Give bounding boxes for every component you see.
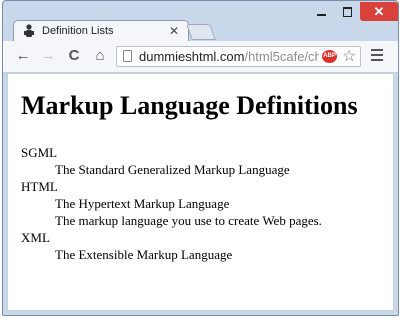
- back-icon[interactable]: ←: [14, 47, 32, 65]
- tab-title: Definition Lists: [42, 25, 114, 37]
- reload-icon[interactable]: C: [65, 47, 83, 65]
- forward-icon[interactable]: →: [39, 47, 57, 65]
- dummies-favicon-icon: [24, 24, 34, 37]
- maximize-button[interactable]: [334, 2, 360, 22]
- definition-description: The markup language you use to create We…: [55, 213, 322, 228]
- bookmark-star-icon[interactable]: ☆: [342, 47, 356, 66]
- definition-description: The Standard Generalized Markup Language: [55, 162, 290, 177]
- browser-toolbar: ← → C ⌂ dummieshtml.com/html5cafe/ch ABP…: [3, 41, 398, 73]
- home-icon[interactable]: ⌂: [91, 47, 109, 65]
- definition-term: SGML: [21, 145, 58, 160]
- adblock-extension-icon[interactable]: ABP: [322, 50, 337, 63]
- url-path: /html5cafe/ch: [244, 49, 319, 64]
- browser-window: Definition Lists ✕ ✕ ← → C ⌂ dummieshtml…: [2, 0, 399, 316]
- definition-term: HTML: [21, 179, 58, 194]
- definition-description: The Extensible Markup Language: [55, 247, 233, 262]
- address-bar[interactable]: dummieshtml.com/html5cafe/ch ABP ☆: [116, 46, 361, 67]
- page-viewport: Markup Language Definitions SGML The Sta…: [7, 73, 394, 311]
- tab-strip: Definition Lists ✕ ✕: [3, 1, 398, 42]
- page-heading: Markup Language Definitions: [21, 91, 358, 120]
- close-icon: ✕: [373, 4, 385, 19]
- new-tab-button[interactable]: [186, 24, 216, 40]
- minimize-button[interactable]: [308, 2, 334, 22]
- definition-term: XML: [21, 230, 50, 245]
- url-host: dummieshtml.com: [139, 49, 245, 64]
- definition-list: SGML The Standard Generalized Markup Lan…: [21, 144, 322, 263]
- browser-tab[interactable]: Definition Lists ✕: [13, 20, 189, 42]
- page-icon: [123, 50, 132, 62]
- menu-icon[interactable]: [371, 49, 383, 63]
- url-text[interactable]: dummieshtml.com/html5cafe/ch: [139, 49, 319, 65]
- close-window-button[interactable]: ✕: [360, 2, 398, 21]
- definition-description: The Hypertext Markup Language: [55, 196, 230, 211]
- tab-close-icon[interactable]: ✕: [169, 23, 179, 39]
